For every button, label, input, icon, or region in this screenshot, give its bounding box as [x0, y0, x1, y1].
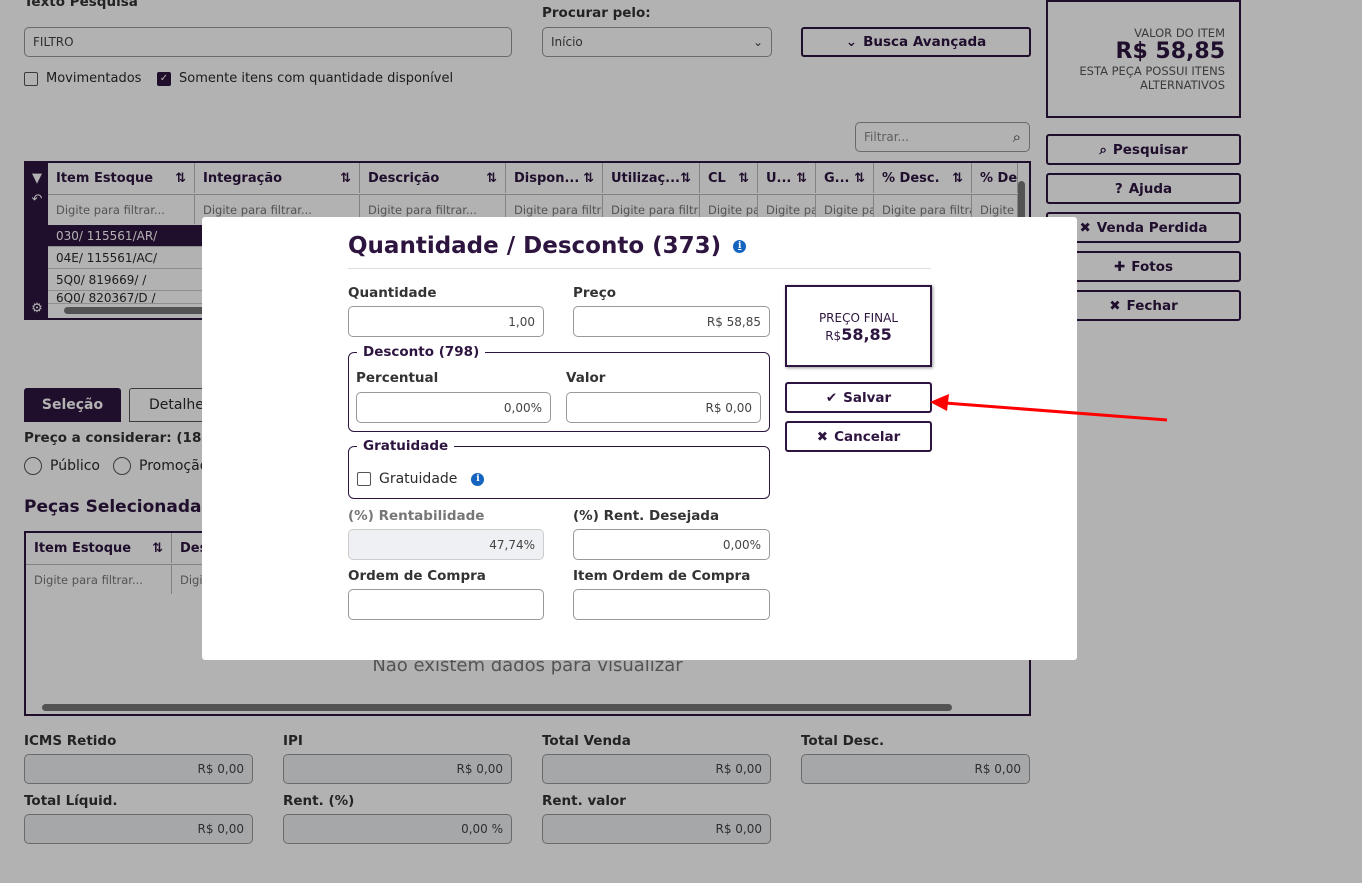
preco-final-label: PREÇO FINAL: [818, 311, 899, 325]
item-ordem-input[interactable]: [573, 589, 770, 620]
checkbox-icon: [357, 472, 371, 486]
rent-desejada-input[interactable]: 0,00%: [573, 529, 770, 560]
rent-label: (%) Rentabilidade: [348, 508, 485, 524]
item-ordem-label: Item Ordem de Compra: [573, 568, 751, 584]
valor-label: Valor: [566, 370, 606, 386]
gratuidade-checkbox[interactable]: Gratuidade i: [357, 471, 485, 487]
cancelar-button[interactable]: ✖ Cancelar: [785, 421, 932, 452]
red-arrow-annotation: [930, 394, 1168, 422]
gratuidade-group: Gratuidade: [348, 438, 770, 499]
ordem-label: Ordem de Compra: [348, 568, 486, 584]
percentual-input[interactable]: 0,00%: [356, 392, 551, 423]
preco-final-value: 58,85: [841, 325, 892, 344]
valor-input[interactable]: R$ 0,00: [566, 392, 761, 423]
preco-final-card: PREÇO FINAL R$58,85: [785, 285, 932, 367]
rent-desejada-label: (%) Rent. Desejada: [573, 508, 720, 524]
preco-final-currency: R$: [825, 329, 842, 343]
salvar-button[interactable]: ✔ Salvar: [785, 382, 932, 413]
ordem-input[interactable]: [348, 589, 544, 620]
modal-title: Quantidade / Desconto (373) i: [348, 233, 747, 259]
info-icon[interactable]: i: [471, 472, 485, 486]
rent-input: 47,74%: [348, 529, 544, 560]
preco-input[interactable]: R$ 58,85: [573, 306, 770, 337]
desconto-legend: Desconto (798): [363, 344, 480, 360]
close-icon: ✖: [816, 428, 829, 445]
divider: [348, 268, 931, 269]
preco-label: Preço: [573, 285, 616, 301]
check-icon: ✔: [825, 389, 838, 406]
quantidade-desconto-modal: Quantidade / Desconto (373) i Quantidade …: [202, 217, 1077, 660]
gratuidade-legend: Gratuidade: [363, 438, 449, 454]
quantidade-input[interactable]: 1,00: [348, 306, 544, 337]
percentual-label: Percentual: [356, 370, 439, 386]
info-icon[interactable]: i: [733, 239, 747, 253]
quantidade-label: Quantidade: [348, 285, 437, 301]
